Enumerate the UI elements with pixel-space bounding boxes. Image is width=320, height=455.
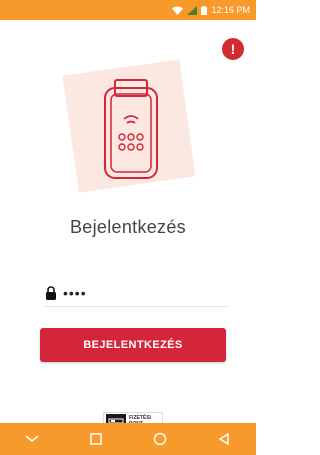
terminal-icon [104, 79, 158, 179]
system-navigation-bar [0, 423, 256, 455]
battery-icon [201, 5, 208, 15]
status-time: 12:16 PM [211, 5, 250, 15]
signal-icon [187, 5, 198, 15]
login-button[interactable]: BEJELENTKEZÉS [40, 328, 226, 362]
nav-home-icon [153, 432, 167, 446]
nav-back-icon [218, 433, 229, 445]
login-screen: ! Bejelentkezés BEJELENTKEZÉS [0, 20, 256, 430]
nav-home-button[interactable] [145, 427, 175, 451]
page-title: Bejelentkezés [70, 217, 186, 237]
nav-down-icon [25, 435, 39, 443]
password-field[interactable] [44, 279, 230, 307]
hero-illustration [62, 55, 200, 195]
wifi-icon [172, 6, 184, 15]
lock-icon [46, 285, 56, 300]
nav-down-button[interactable] [17, 427, 47, 451]
alert-icon[interactable]: ! [222, 38, 244, 60]
password-input[interactable] [63, 282, 223, 303]
nav-recent-icon [90, 433, 102, 445]
nav-back-button[interactable] [209, 427, 239, 451]
nav-recent-button[interactable] [81, 427, 111, 451]
status-bar: 12:16 PM [0, 0, 256, 20]
